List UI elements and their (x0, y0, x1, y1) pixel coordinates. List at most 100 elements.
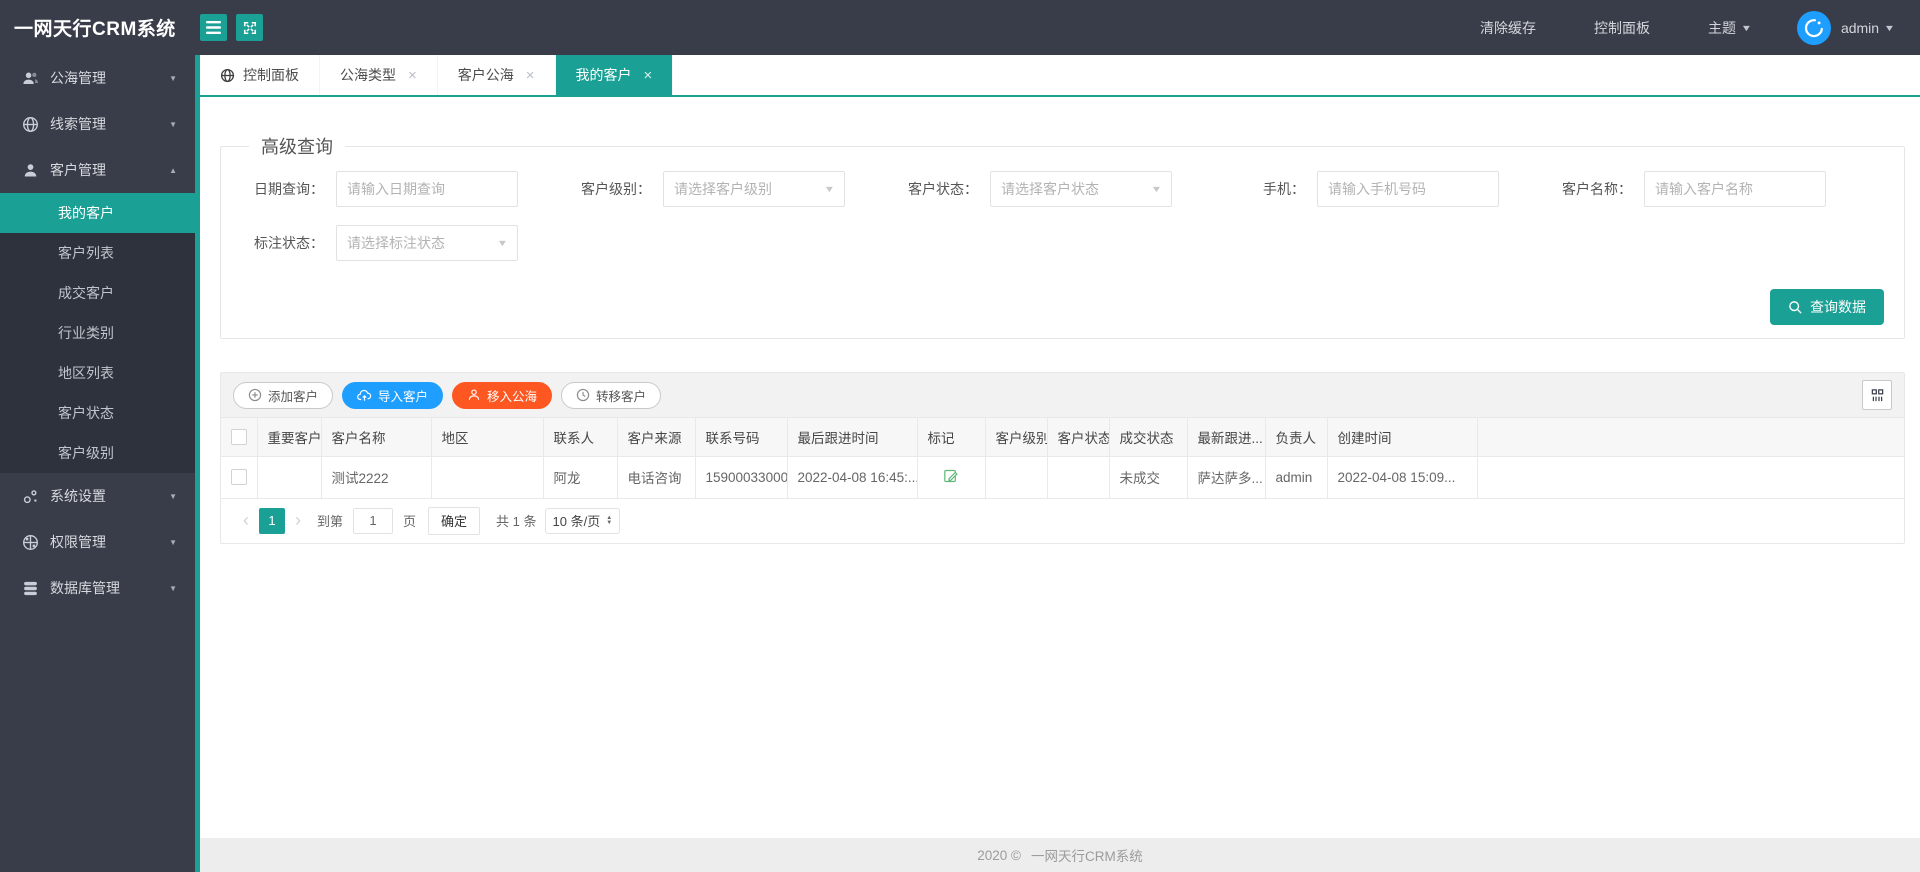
plus-circle-icon (248, 388, 262, 402)
sidebar-item-permission-management[interactable]: 权限管理 ▼ (0, 519, 195, 565)
chevron-down-icon: ▼ (169, 73, 177, 83)
prev-page-icon[interactable]: ‹ (233, 508, 259, 534)
close-icon[interactable]: × (526, 68, 535, 83)
customer-level-label: 客户级别： (581, 181, 651, 197)
col-phone: 联系号码 (695, 418, 788, 457)
clock-icon (576, 388, 590, 402)
theme-menu[interactable]: 主题 ▼ (1708, 18, 1753, 38)
add-customer-button[interactable]: 添加客户 (233, 381, 334, 409)
phone-input[interactable] (1317, 171, 1499, 207)
tab-my-customers[interactable]: 我的客户 × (555, 55, 674, 95)
globe-icon (22, 116, 39, 133)
columns-grid-icon (1871, 388, 1883, 401)
select-arrows-icon: ▲ ▼ (606, 514, 613, 526)
sidebar-item-database-management[interactable]: 数据库管理 ▼ (0, 565, 195, 611)
tab-customer-open-sea[interactable]: 客户公海 × (438, 55, 556, 95)
cloud-upload-icon (357, 389, 372, 401)
col-last-follow-time: 最后跟进时间 (787, 418, 918, 457)
goto-page-input[interactable] (353, 507, 394, 534)
cell-latest-follow: 萨达萨多... (1187, 456, 1266, 499)
close-icon[interactable]: × (644, 68, 653, 83)
sidebar-item-industry-category[interactable]: 行业类别 (0, 313, 195, 353)
page-number-button[interactable]: 1 (259, 507, 285, 534)
mark-status-select[interactable]: 请选择标注状态 ▼ (336, 225, 518, 261)
tab-bar: 控制面板 公海类型 × 客户公海 × 我的客户 × (200, 55, 1920, 97)
customer-name-label: 客户名称： (1562, 181, 1632, 197)
customer-management-submenu: 我的客户 客户列表 成交客户 行业类别 地区列表 客户状态 客户级别 (0, 193, 195, 473)
sphere-icon (22, 534, 39, 551)
goto-confirm-button[interactable]: 确定 (428, 506, 481, 535)
app-title: 一网天行CRM系统 (14, 19, 176, 40)
pagination-bar: ‹ 1 › 到第 页 确定 共 1 条 10 条/页 ▲▼ (221, 499, 1904, 543)
col-region: 地区 (431, 418, 544, 457)
close-icon[interactable]: × (408, 68, 417, 83)
sidebar-item-my-customers[interactable]: 我的客户 (0, 193, 195, 233)
column-settings-button[interactable] (1862, 380, 1892, 410)
goto-prefix-label: 到第 (317, 514, 344, 529)
col-customer-name: 客户名称 (321, 418, 432, 457)
mark-status-field: 标注状态： 请选择标注状态 ▼ (241, 225, 518, 261)
chevron-down-icon: ▼ (1740, 22, 1753, 33)
sidebar-item-lead-management[interactable]: 线索管理 ▼ (0, 101, 195, 147)
hamburger-icon (206, 21, 221, 34)
chevron-down-icon: ▼ (169, 583, 177, 593)
sidebar-item-system-settings[interactable]: 系统设置 ▼ (0, 473, 195, 519)
clear-cache-link[interactable]: 清除缓存 (1480, 18, 1536, 38)
col-created-time: 创建时间 (1327, 418, 1478, 457)
row-checkbox[interactable] (231, 469, 247, 486)
sidebar-item-customer-management[interactable]: 客户管理 ▲ (0, 147, 195, 193)
col-mark: 标记 (917, 418, 986, 457)
collapse-menu-button[interactable] (200, 14, 227, 41)
chevron-down-icon: ▼ (823, 184, 836, 194)
next-page-icon[interactable]: › (285, 508, 311, 534)
fullscreen-button[interactable] (236, 14, 263, 41)
sidebar-item-closed-customers[interactable]: 成交客户 (0, 273, 195, 313)
cell-important (257, 456, 322, 499)
customer-level-field: 客户级别： 请选择客户级别 ▼ (568, 171, 845, 207)
control-panel-link[interactable]: 控制面板 (1594, 18, 1650, 38)
edit-mark-icon[interactable] (943, 468, 959, 484)
chevron-down-icon: ▼ (169, 537, 177, 547)
select-all-checkbox[interactable] (231, 428, 247, 445)
import-customer-button[interactable]: 导入客户 (342, 381, 444, 409)
cell-last-follow-time: 2022-04-08 16:45:... (787, 456, 918, 499)
sidebar-item-customer-list[interactable]: 客户列表 (0, 233, 195, 273)
query-data-button[interactable]: 查询数据 (1770, 289, 1884, 325)
tab-open-sea-type[interactable]: 公海类型 × (320, 55, 438, 95)
cell-phone: 15900033000 (695, 456, 788, 499)
customer-status-select[interactable]: 请选择客户状态 ▼ (990, 171, 1172, 207)
chevron-down-icon: ▼ (169, 491, 177, 501)
customer-name-input[interactable] (1644, 171, 1826, 207)
footer-copyright: 2020 © (977, 847, 1021, 863)
sidebar-item-customer-status[interactable]: 客户状态 (0, 393, 195, 433)
nodes-icon (22, 488, 39, 505)
sidebar-item-open-sea-management[interactable]: 公海管理 ▼ (0, 55, 195, 101)
goto-suffix-label: 页 (403, 514, 417, 529)
chevron-up-icon: ▲ (169, 165, 177, 175)
sidebar-item-customer-level[interactable]: 客户级别 (0, 433, 195, 473)
table-header-row: 重要客户 客户名称 地区 联系人 客户来源 联系号码 最后跟进时间 标记 客户级… (221, 418, 1904, 457)
cell-source: 电话咨询 (617, 456, 696, 499)
customer-status-label: 客户状态： (908, 181, 978, 197)
tab-control-panel[interactable]: 控制面板 (200, 55, 320, 95)
brand-logo-icon (1804, 18, 1823, 37)
advanced-query-panel: 高级查询 日期查询： 客户级别： 请选择客户级别 ▼ 客户状态： (220, 133, 1905, 339)
sidebar-item-region-list[interactable]: 地区列表 (0, 353, 195, 393)
user-menu[interactable]: admin ▼ (1841, 20, 1895, 36)
user-group-icon (22, 70, 39, 87)
table-toolbar: 添加客户 导入客户 移入公海 转移客户 (221, 373, 1904, 418)
move-to-open-sea-button[interactable]: 移入公海 (452, 381, 553, 409)
transfer-customer-button[interactable]: 转移客户 (561, 381, 662, 409)
customer-table-card: 添加客户 导入客户 移入公海 转移客户 重要客户 客户名称 地区 联系人 客户来… (220, 372, 1905, 544)
customer-level-select[interactable]: 请选择客户级别 ▼ (663, 171, 845, 207)
topbar-nav: 清除缓存 控制面板 主题 ▼ admin ▼ (1422, 10, 1920, 45)
date-query-label: 日期查询： (254, 181, 324, 197)
customer-status-field: 客户状态： 请选择客户状态 ▼ (895, 171, 1172, 207)
page-size-select[interactable]: 10 条/页 ▲ ▼ (544, 507, 621, 534)
cell-status (1047, 456, 1110, 499)
date-query-field: 日期查询： (241, 171, 518, 207)
user-avatar[interactable] (1796, 10, 1831, 45)
date-query-input[interactable] (336, 171, 518, 207)
col-deal-status: 成交状态 (1109, 418, 1188, 457)
fullscreen-icon (243, 21, 257, 35)
